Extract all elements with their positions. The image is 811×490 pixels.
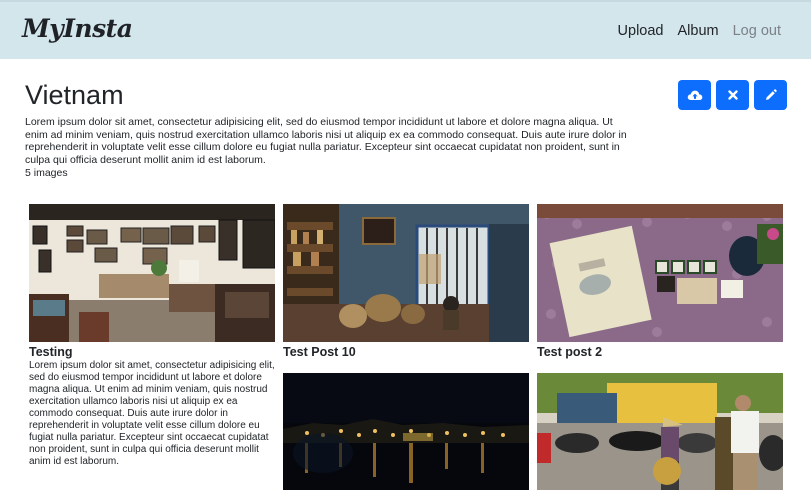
post-image[interactable] [29, 204, 275, 342]
nav-links: Upload Album Log out [618, 23, 781, 39]
album-description: Lorem ipsum dolor sit amet, consectetur … [25, 116, 627, 166]
image-count: 5 images [25, 167, 68, 179]
brand-logo[interactable]: MyInsta [22, 14, 133, 43]
post-title: Test Post 10 [283, 345, 356, 359]
nav-logout-link[interactable]: Log out [733, 23, 781, 39]
cloud-upload-icon [687, 88, 703, 102]
upload-button[interactable] [678, 80, 711, 110]
album-actions [678, 80, 787, 110]
post-image[interactable] [283, 204, 529, 342]
post-card[interactable]: Test Post 10 [283, 204, 529, 359]
post-image[interactable] [537, 373, 783, 490]
navbar: MyInsta Upload Album Log out [0, 0, 811, 59]
post-title: Testing [29, 345, 73, 359]
album-title: Vietnam [25, 80, 124, 110]
nav-album-link[interactable]: Album [678, 23, 719, 39]
edit-button[interactable] [754, 80, 787, 110]
close-icon [727, 89, 739, 101]
post-description: Lorem ipsum dolor sit amet, consectetur … [29, 360, 275, 467]
nav-upload-link[interactable]: Upload [618, 23, 664, 39]
post-card[interactable] [283, 373, 529, 490]
delete-button[interactable] [716, 80, 749, 110]
post-title: Test post 2 [537, 345, 603, 359]
post-card[interactable]: Test post 2 [537, 204, 783, 359]
post-image[interactable] [537, 204, 783, 342]
post-card[interactable] [537, 373, 783, 490]
post-image[interactable] [283, 373, 529, 490]
post-card[interactable]: Testing Lorem ipsum dolor sit amet, cons… [29, 204, 275, 468]
pencil-icon [764, 88, 777, 102]
